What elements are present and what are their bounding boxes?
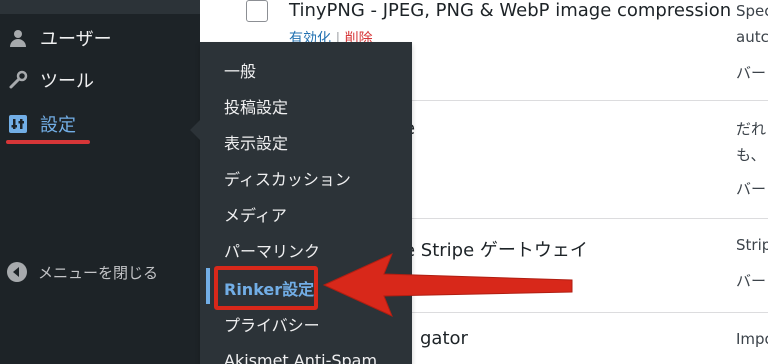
sidebar-item-label: ユーザー <box>40 29 112 50</box>
collapse-label: メニューを閉じる <box>38 263 159 282</box>
settings-underline-annotation <box>6 140 90 144</box>
sidebar-item-tools[interactable]: ツール <box>6 66 94 94</box>
submenu-item-permalinks[interactable]: パーマリンク <box>224 238 320 262</box>
sidebar-item-label: 設定 <box>40 115 76 136</box>
collapse-menu-button[interactable]: メニューを閉じる <box>6 260 158 284</box>
submenu-item-writing[interactable]: 投稿設定 <box>224 94 288 118</box>
plugin-description-line: Impo <box>736 330 768 348</box>
row-divider <box>412 100 768 101</box>
flyout-pointer <box>190 120 200 140</box>
plugin-meta-line: バー <box>736 180 767 198</box>
admin-sidebar: ユーザー ツール 設定 メニューを閉じる <box>0 0 200 364</box>
submenu-item-akismet[interactable]: Akismet Anti-Spam <box>224 348 377 364</box>
submenu-item-discussion[interactable]: ディスカッション <box>224 166 351 190</box>
plugin-meta-line: バー <box>736 64 767 82</box>
plugin-description-line: autc <box>736 28 768 46</box>
red-arrow-annotation <box>322 253 573 317</box>
plugin-description-line: も、 <box>736 146 766 164</box>
submenu-item-reading[interactable]: 表示設定 <box>224 130 288 154</box>
plugin-checkbox[interactable] <box>246 0 268 22</box>
rinker-highlight-annotation <box>214 266 318 310</box>
plugin-title: gator <box>420 328 468 349</box>
users-icon <box>6 26 30 50</box>
plugin-title: TinyPNG - JPEG, PNG & WebP image compres… <box>289 0 732 21</box>
plugin-description-line: Strip <box>736 236 768 254</box>
sidebar-item-label: ツール <box>40 71 94 92</box>
submenu-item-media[interactable]: メディア <box>224 202 287 226</box>
submenu-active-indicator <box>206 268 210 304</box>
plugin-description-line: Spec <box>736 2 768 20</box>
sidebar-top-strip <box>0 0 200 14</box>
plugin-meta-line: バー <box>736 272 767 290</box>
submenu-item-general[interactable]: 一般 <box>224 58 256 82</box>
plugin-description-line: だれ <box>736 120 767 138</box>
wrench-icon <box>6 68 30 92</box>
sidebar-item-users[interactable]: ユーザー <box>6 24 112 52</box>
submenu-item-privacy[interactable]: プライバシー <box>224 312 320 336</box>
row-divider <box>412 218 768 219</box>
sidebar-item-settings[interactable]: 設定 <box>6 110 76 138</box>
settings-icon <box>6 112 30 136</box>
collapse-arrow-icon <box>6 261 28 283</box>
